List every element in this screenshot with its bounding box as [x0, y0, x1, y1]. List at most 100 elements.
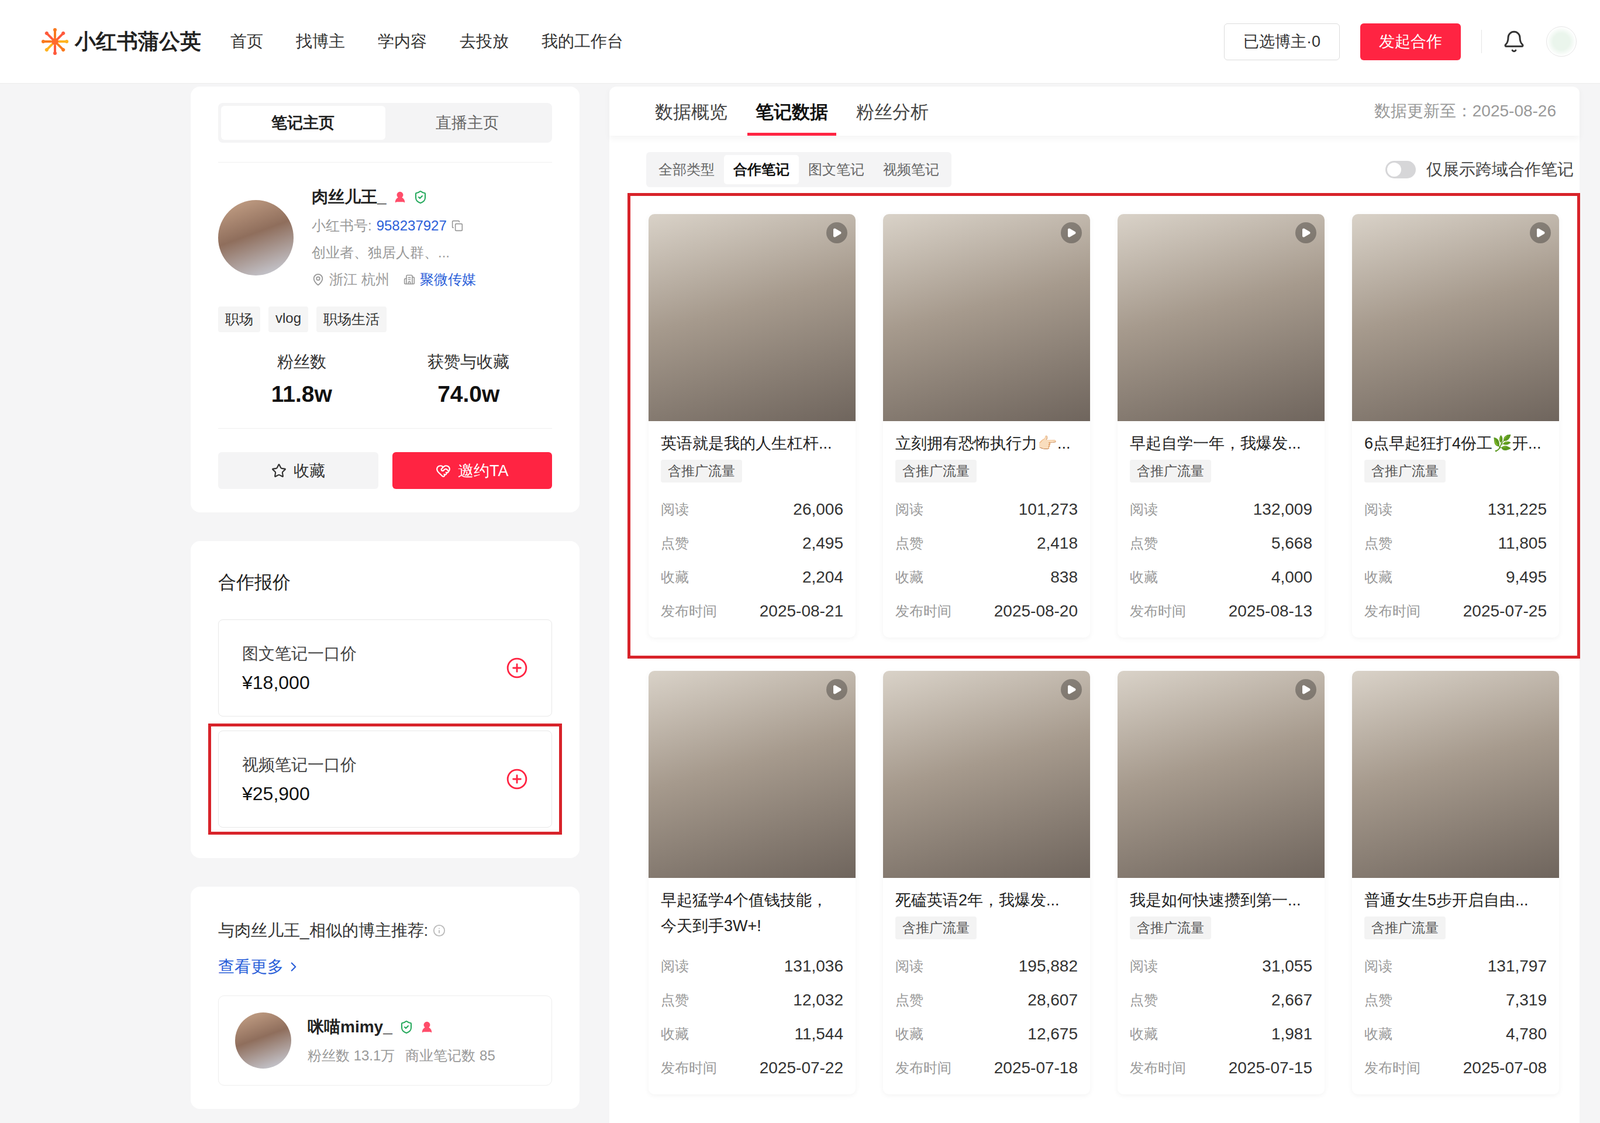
add-button[interactable]: [505, 767, 529, 791]
note-row: 早起猛学4个值钱技能，今天到手3W+!阅读131,036点赞12,032收藏11…: [627, 670, 1581, 1095]
profile-tab[interactable]: 直播主页: [385, 105, 550, 140]
data-tab[interactable]: 粉丝分析: [847, 94, 937, 136]
nav-item[interactable]: 首页: [230, 30, 264, 53]
data-tab[interactable]: 数据概览: [646, 94, 736, 136]
note-stat: 点赞12,032: [660, 983, 844, 1017]
note-stats: 阅读131,036点赞12,032收藏11,544发布时间2025-07-22: [648, 946, 856, 1095]
price-highlight: 图文笔记一口价¥18,000: [208, 612, 562, 724]
note-cover: [648, 670, 856, 878]
video-badge: [1295, 678, 1317, 700]
note-stat-value: 11,805: [1497, 533, 1547, 553]
note-stat-value: 2,204: [802, 567, 844, 587]
bell-icon[interactable]: [1502, 29, 1526, 54]
note-stat-value: 2025-07-25: [1463, 601, 1547, 621]
start-cooperation-button[interactable]: 发起合作: [1360, 23, 1461, 61]
note-card[interactable]: 早起猛学4个值钱技能，今天到手3W+!阅读131,036点赞12,032收藏11…: [648, 670, 856, 1095]
blogger-avatar: [235, 1012, 292, 1069]
nav-item[interactable]: 学内容: [377, 30, 427, 53]
note-stat-label: 发布时间: [1364, 1058, 1421, 1078]
favorite-button[interactable]: 收藏: [218, 452, 379, 489]
note-card[interactable]: 我是如何快速攒到第一...含推广流量阅读31,055点赞2,667收藏1,981…: [1117, 670, 1325, 1095]
note-stat: 阅读101,273: [895, 492, 1078, 527]
note-stat-value: 11,544: [794, 1024, 844, 1044]
tag: vlog: [268, 306, 309, 333]
video-badge: [1060, 678, 1082, 700]
note-stat-value: 4,780: [1505, 1024, 1547, 1044]
logo-text: 小红书蒲公英: [74, 27, 202, 57]
note-cover: [1117, 214, 1325, 422]
invite-button[interactable]: 邀约TA: [392, 452, 553, 489]
note-stat-value: 838: [1050, 567, 1078, 587]
add-button[interactable]: [505, 656, 529, 679]
chevron-right-icon: [285, 959, 302, 975]
note-card[interactable]: 普通女生5步开启自由...含推广流量阅读131,797点赞7,319收藏4,78…: [1352, 670, 1560, 1095]
profile-avatar: [218, 200, 294, 276]
note-card[interactable]: 早起自学一年，我爆发...含推广流量阅读132,009点赞5,668收藏4,00…: [1117, 214, 1325, 638]
play-icon: [1300, 684, 1312, 695]
selected-bloggers-button[interactable]: 已选博主·0: [1223, 23, 1340, 61]
note-card[interactable]: 英语就是我的人生杠杆...含推广流量阅读26,006点赞2,495收藏2,204…: [648, 214, 856, 638]
note-stat: 阅读195,882: [895, 949, 1078, 984]
filter-option[interactable]: 图文笔记: [798, 154, 874, 185]
location: 浙江 杭州: [329, 270, 390, 289]
plus-circle-icon: [505, 656, 529, 679]
note-cover: [883, 214, 1091, 422]
id-label: 小红书号:: [311, 216, 372, 236]
note-stat: 阅读31,055: [1129, 949, 1313, 984]
note-card[interactable]: 立刻拥有恐怖执行力👉🏻...含推广流量阅读101,273点赞2,418收藏838…: [883, 214, 1091, 638]
filter-option[interactable]: 视频笔记: [873, 154, 949, 185]
note-stat-value: 132,009: [1253, 500, 1313, 519]
note-stat-value: 2025-08-20: [994, 601, 1078, 621]
video-badge: [826, 678, 848, 700]
play-icon: [1066, 684, 1077, 695]
note-stat: 收藏838: [895, 560, 1078, 595]
see-more-link[interactable]: 查看更多: [218, 955, 553, 978]
play-icon: [831, 227, 843, 239]
info-icon[interactable]: [432, 923, 446, 937]
note-title: 6点早起狂打4份工🌿开...: [1364, 430, 1542, 457]
note-stat: 收藏9,495: [1364, 560, 1547, 595]
profile-tab[interactable]: 笔记主页: [221, 105, 386, 140]
note-stat-label: 点赞: [895, 990, 924, 1010]
note-stat-value: 1,981: [1271, 1024, 1313, 1044]
note-stat: 发布时间2025-07-22: [660, 1050, 844, 1085]
filter-option[interactable]: 合作笔记: [723, 154, 799, 185]
note-stat-value: 7,319: [1505, 990, 1547, 1010]
note-card[interactable]: 死磕英语2年，我爆发...含推广流量阅读195,882点赞28,607收藏12,…: [883, 670, 1091, 1095]
nav-item[interactable]: 我的工作台: [541, 30, 624, 53]
cross-domain-toggle[interactable]: 仅展示跨域合作笔记: [1385, 158, 1574, 181]
similar-title: 与肉丝儿王_相似的博主推荐:: [218, 919, 553, 942]
toggle-label: 仅展示跨域合作笔记: [1426, 158, 1574, 181]
note-cover: [648, 214, 856, 422]
note-stat: 点赞7,319: [1364, 983, 1547, 1017]
note-stat-value: 9,495: [1505, 567, 1547, 587]
note-card[interactable]: 6点早起狂打4份工🌿开...含推广流量阅读131,225点赞11,805收藏9,…: [1352, 214, 1560, 638]
user-avatar[interactable]: [1546, 26, 1577, 57]
copy-icon[interactable]: [451, 219, 464, 232]
note-stat-value: 4,000: [1271, 567, 1313, 587]
note-stat-value: 131,036: [784, 956, 844, 976]
note-stat: 收藏4,000: [1129, 560, 1313, 595]
top-bar: 小红书蒲公英 首页 找博主 学内容 去投放 我的工作台 已选博主·0 发起合作: [0, 0, 1600, 84]
note-stat: 点赞11,805: [1364, 526, 1547, 561]
note-stat-value: 26,006: [792, 500, 844, 519]
logo[interactable]: 小红书蒲公英: [40, 27, 202, 57]
filter-option[interactable]: 全部类型: [649, 154, 724, 185]
nav-item[interactable]: 去投放: [459, 30, 509, 53]
logo-icon: [40, 27, 70, 56]
note-stat: 发布时间2025-07-25: [1364, 594, 1547, 629]
switch[interactable]: [1385, 160, 1416, 179]
note-stat-label: 阅读: [895, 956, 924, 976]
nav-item[interactable]: 找博主: [295, 30, 346, 53]
blogger-name: 咪喵mimy_: [307, 1015, 393, 1039]
note-stat: 点赞2,667: [1129, 983, 1313, 1017]
data-tabs: 数据概览笔记数据粉丝分析: [654, 94, 929, 136]
person-icon: [420, 1020, 434, 1034]
blogger-card[interactable]: 咪喵mimy_粉丝数 13.1万商业笔记数 85: [218, 995, 553, 1086]
left-column: 笔记主页直播主页肉丝儿王_小红书号:958237927创业者、独居人群、...浙…: [190, 86, 580, 1109]
data-tab[interactable]: 笔记数据: [747, 94, 837, 136]
agency-link[interactable]: 聚微传媒: [419, 270, 477, 289]
note-stat-label: 收藏: [660, 1024, 689, 1044]
note-stat: 发布时间2025-08-20: [895, 594, 1078, 629]
note-stat-label: 阅读: [1364, 500, 1393, 519]
